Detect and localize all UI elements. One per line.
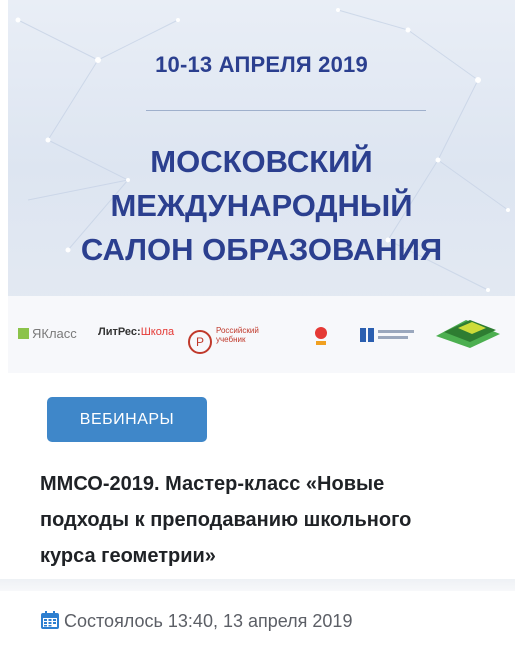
ru-textbook-line-2: учебник [216, 335, 246, 344]
partner-books-logo-icon [436, 314, 506, 353]
webinar-card[interactable]: 10-13 АПРЕЛЯ 2019 МОСКОВСКИЙ МЕЖДУНАРОДН… [0, 0, 515, 661]
partner-logos: ЯКласс ЛитРес:Школа Р Российский учебник [8, 296, 515, 373]
litres-school-logo: ЛитРес:Школа [98, 326, 174, 338]
event-status-text: Состоялось 13:40, 13 апреля 2019 [64, 611, 353, 631]
russian-textbook-logo: Р Российский учебник [188, 326, 259, 354]
card-divider [0, 579, 515, 591]
event-title-line-2: МЕЖДУНАРОДНЫЙ [110, 188, 413, 223]
webinar-title-line-3: курса геометрии» [40, 545, 216, 567]
partner-emblem-icon [308, 326, 334, 351]
russian-textbook-emblem-icon: Р [188, 330, 212, 354]
calendar-icon [41, 611, 59, 629]
partner-m-logo-icon [360, 326, 416, 347]
event-date: 10-13 АПРЕЛЯ 2019 [155, 52, 368, 77]
yaklass-logo-text: ЯКласс [32, 326, 77, 341]
event-title: МОСКОВСКИЙ МЕЖДУНАРОДНЫЙ САЛОН ОБРАЗОВАН… [8, 140, 515, 272]
ru-textbook-line-1: Российский [216, 326, 259, 335]
event-title-line-3: САЛОН ОБРАЗОВАНИЯ [80, 232, 443, 267]
event-title-line-1: МОСКОВСКИЙ [150, 144, 373, 179]
webinar-title-line-2: подходы к преподаванию школьного [40, 509, 412, 531]
webinar-title[interactable]: ММСО-2019. Мастер-класс «Новые подходы к… [40, 466, 510, 574]
category-tag-webinars[interactable]: ВЕБИНАРЫ [47, 397, 207, 442]
litres-logo-text: ЛитРес: [98, 326, 141, 338]
webinar-title-line-1: ММСО-2019. Мастер-класс «Новые [40, 473, 385, 495]
event-banner[interactable]: 10-13 АПРЕЛЯ 2019 МОСКОВСКИЙ МЕЖДУНАРОДН… [8, 0, 515, 373]
date-divider [146, 110, 426, 111]
yaklass-logo: ЯКласс [18, 326, 77, 341]
event-status: Состоялось 13:40, 13 апреля 2019 [40, 610, 352, 632]
litres-logo-accent: Школа [140, 326, 175, 338]
